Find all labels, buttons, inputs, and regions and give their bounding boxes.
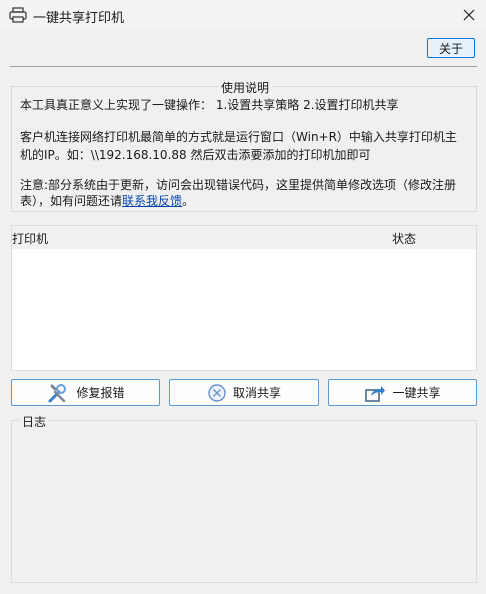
repair-button-label: 修复报错 xyxy=(76,386,125,400)
usage-line-5: 表），如有问题还请联系我反馈。 xyxy=(20,192,194,210)
repair-button[interactable]: 修复报错 xyxy=(11,379,160,406)
close-icon[interactable] xyxy=(458,4,480,26)
share-button[interactable]: 一键共享 xyxy=(328,379,477,406)
column-header-printer[interactable]: 打印机 xyxy=(12,230,48,247)
title-bar: 一键共享打印机 xyxy=(0,0,486,30)
printer-list[interactable] xyxy=(12,249,476,370)
usage-line-2: 客户机连接网络打印机最简单的方式就是运行窗口（Win+R）中输入共享打印机主 xyxy=(20,130,457,144)
feedback-link[interactable]: 联系我反馈 xyxy=(122,194,182,208)
about-button[interactable]: 关于 xyxy=(427,38,475,58)
usage-line-1: 本工具真正意义上实现了一键操作： 1.设置共享策略 2.设置打印机共享 xyxy=(20,98,399,112)
usage-line-5-prefix: 表），如有问题还请 xyxy=(20,194,123,208)
usage-line-5-suffix: 。 xyxy=(182,194,195,208)
cancel-icon xyxy=(208,383,226,402)
usage-line-3: 机的IP。如：\\192.168.10.88 然后双击添要添加的打印机加即可 xyxy=(20,148,371,162)
separator xyxy=(10,66,477,67)
cancel-share-button-label: 取消共享 xyxy=(232,386,281,400)
column-header-status[interactable]: 状态 xyxy=(392,230,416,247)
share-button-label: 一键共享 xyxy=(392,386,441,400)
cancel-share-button[interactable]: 取消共享 xyxy=(169,379,319,406)
window-title: 一键共享打印机 xyxy=(33,11,125,26)
tools-icon xyxy=(48,383,67,402)
share-icon xyxy=(365,385,386,402)
usage-title: 使用说明 xyxy=(218,79,273,96)
printer-icon xyxy=(9,7,27,23)
log-textarea[interactable] xyxy=(15,433,473,579)
log-title: 日志 xyxy=(19,413,50,430)
